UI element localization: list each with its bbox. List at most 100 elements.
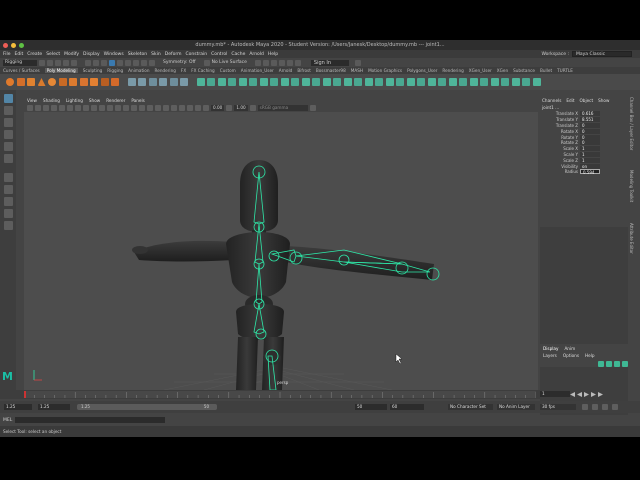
layer-menu-help[interactable]: Help	[585, 353, 595, 358]
multi-cut-icon[interactable]	[259, 78, 268, 86]
viewport-menu-show[interactable]: Show	[89, 98, 100, 103]
extrude-icon[interactable]	[196, 78, 205, 86]
time-slider-track[interactable]	[23, 391, 537, 398]
anim-layer-dropdown[interactable]: No Anim Layer	[497, 404, 535, 410]
layer-tab-anim[interactable]: Anim	[564, 346, 575, 351]
lights-icon[interactable]	[139, 105, 145, 111]
isolate-select-icon[interactable]	[179, 105, 185, 111]
menu-arnold[interactable]: Arnold	[249, 52, 264, 57]
live-surface-status[interactable]: No Live Surface	[212, 60, 247, 65]
select-object-icon[interactable]	[93, 59, 99, 66]
poly-torus-icon[interactable]	[48, 78, 56, 86]
shelf-tab[interactable]: FX Caching	[191, 68, 215, 73]
side-tab-attribute-editor[interactable]: Attribute Editor	[629, 223, 634, 254]
poly-plane-icon[interactable]	[58, 78, 67, 86]
rotate-tool-icon[interactable]	[3, 142, 13, 151]
poly-sphere-icon[interactable]	[6, 78, 14, 86]
exposure-icon[interactable]	[203, 105, 209, 111]
camera-icon[interactable]	[27, 105, 33, 111]
attribute-value-radius[interactable]: 0.594	[580, 169, 600, 175]
attribute-value[interactable]: 1	[580, 151, 600, 157]
menu-deform[interactable]: Deform	[165, 52, 182, 57]
merge-icon[interactable]	[396, 78, 404, 86]
fill-hole-icon[interactable]	[249, 78, 257, 86]
start-time-field[interactable]: 1.25	[4, 404, 32, 410]
select-tool-icon[interactable]	[3, 94, 13, 103]
shelf-tab[interactable]: Bossmaster98	[316, 68, 346, 73]
unfold-uv-icon[interactable]	[522, 78, 530, 86]
menu-edit[interactable]: Edit	[15, 52, 24, 57]
step-forward-icon[interactable]	[591, 392, 596, 397]
resolution-gate-icon[interactable]	[75, 105, 81, 111]
quad-draw-icon[interactable]	[291, 78, 299, 86]
shelf-tab[interactable]: Bullet	[540, 68, 552, 73]
attribute-value[interactable]: 0	[580, 128, 600, 134]
lasso-tool-icon[interactable]	[3, 106, 13, 115]
play-forward-icon[interactable]	[584, 392, 589, 397]
grid-icon[interactable]	[59, 105, 65, 111]
menu-cache[interactable]: Cache	[231, 52, 245, 57]
menu-display[interactable]: Display	[83, 52, 100, 57]
textured-icon[interactable]	[131, 105, 137, 111]
shelf-tab[interactable]: Rigging	[107, 68, 123, 73]
attribute-value[interactable]: on	[580, 163, 600, 169]
menu-help[interactable]: Help	[268, 52, 278, 57]
play-backward-icon[interactable]	[577, 392, 582, 397]
wireframe-icon[interactable]	[107, 105, 113, 111]
command-input[interactable]	[15, 417, 166, 423]
character-set-dropdown[interactable]: No Character Set	[448, 404, 493, 410]
menu-control[interactable]: Control	[211, 52, 227, 57]
film-gate-icon[interactable]	[67, 105, 73, 111]
range-slider[interactable]: 1.25 50	[77, 404, 217, 410]
render-icon[interactable]	[254, 59, 261, 66]
persp-outliner-icon[interactable]	[3, 197, 13, 206]
poly-text-icon[interactable]	[100, 78, 109, 86]
slide-edge-icon[interactable]	[333, 78, 341, 86]
open-scene-icon[interactable]	[47, 59, 53, 66]
shelf-tab[interactable]: Animation_User	[241, 68, 274, 73]
bridge-edge-icon[interactable]	[228, 78, 236, 86]
viewport-options-icon[interactable]	[309, 105, 316, 111]
help-icon[interactable]	[354, 59, 361, 66]
camera-attributes-icon[interactable]	[35, 105, 41, 111]
shelf-tab-active[interactable]: Poly Modeling	[44, 68, 78, 73]
attribute-value[interactable]: 0	[580, 122, 600, 128]
playback-start-field[interactable]: 1.25	[38, 404, 70, 410]
save-scene-icon[interactable]	[55, 59, 61, 66]
attribute-row[interactable]: Radius 0.594	[540, 169, 628, 175]
channel-menu-channels[interactable]: Channels	[542, 98, 561, 103]
offset-loop-icon[interactable]	[312, 78, 320, 86]
flip-icon[interactable]	[459, 78, 467, 86]
new-scene-icon[interactable]	[39, 59, 45, 66]
motion-blur-icon[interactable]	[163, 105, 169, 111]
bridge-icon[interactable]	[207, 78, 215, 86]
attribute-value[interactable]: 0.616	[580, 111, 600, 117]
color-management-icon[interactable]	[249, 105, 256, 111]
viewport-3d[interactable]: persp	[24, 112, 538, 390]
svg-icon[interactable]	[111, 78, 119, 86]
shelf-tab[interactable]: FX	[181, 68, 186, 73]
layer-menu-layers[interactable]: Layers	[543, 353, 557, 358]
four-view-icon[interactable]	[3, 185, 13, 194]
channel-menu-object[interactable]: Object	[579, 98, 593, 103]
menu-select[interactable]: Select	[46, 52, 60, 57]
mirror-icon[interactable]	[169, 78, 178, 86]
side-tab-modeling-toolkit[interactable]: Modeling Toolkit	[629, 170, 634, 202]
undo-icon[interactable]	[63, 59, 69, 66]
quadrangulate-icon[interactable]	[438, 78, 446, 86]
viewport-menu-view[interactable]: View	[27, 98, 37, 103]
safe-action-icon[interactable]	[99, 105, 105, 111]
arnold-render-icon[interactable]	[294, 59, 301, 66]
view-transform-dropdown[interactable]: sRGB gamma	[257, 105, 308, 111]
menu-skin[interactable]: Skin	[151, 52, 161, 57]
shelf-tab[interactable]: MASH	[351, 68, 363, 73]
snap-plane-icon[interactable]	[149, 59, 155, 66]
time-slider[interactable]	[0, 390, 540, 399]
field-chart-icon[interactable]	[91, 105, 97, 111]
hypershade-icon[interactable]	[278, 59, 285, 66]
poly-disc-icon[interactable]	[69, 78, 77, 86]
go-to-end-icon[interactable]	[598, 392, 603, 397]
shadows-icon[interactable]	[147, 105, 153, 111]
shelf-tab[interactable]: Polygons_User	[407, 68, 437, 73]
channel-menu-edit[interactable]: Edit	[566, 98, 574, 103]
